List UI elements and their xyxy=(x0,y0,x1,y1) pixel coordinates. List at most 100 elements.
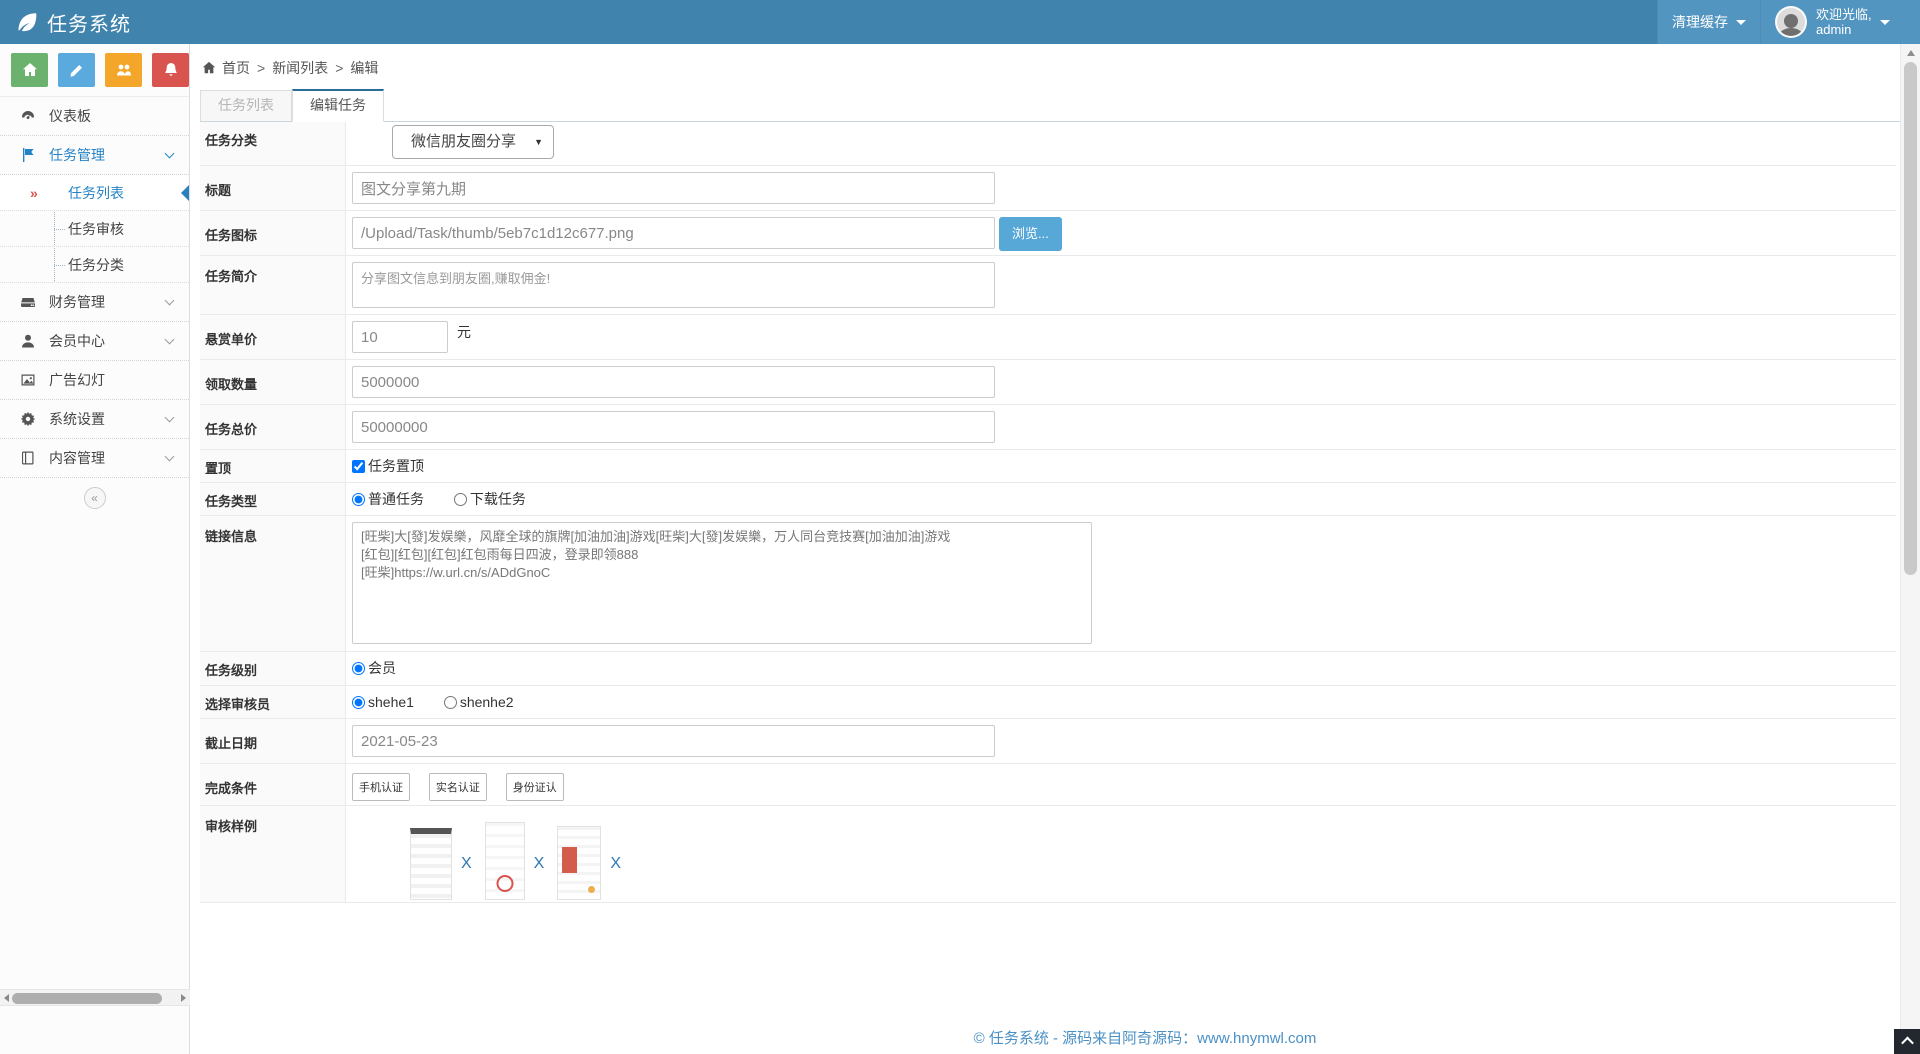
radio-input[interactable] xyxy=(352,696,365,709)
icon-path-input[interactable] xyxy=(352,217,995,249)
scroll-up-arrow-icon[interactable] xyxy=(1907,50,1915,56)
flag-icon xyxy=(20,147,36,163)
condition-phone-button[interactable]: 手机认证 xyxy=(352,773,410,801)
link-info-textarea[interactable]: [旺柴]大[發]发娱樂，风靡全球的旗牌[加油加油]游戏[旺柴]大[發]发娱樂，万… xyxy=(352,522,1092,644)
header-spacer xyxy=(131,0,1657,44)
title-input[interactable] xyxy=(352,172,995,204)
edit-shortcut-button[interactable] xyxy=(58,53,95,87)
clear-cache-menu[interactable]: 清理缓存 xyxy=(1657,0,1760,44)
sidebar-item-task-list[interactable]: » 任务列表 xyxy=(0,175,189,211)
sidebar-item-ad-slides[interactable]: 广告幻灯 xyxy=(0,361,189,400)
sidebar-item-content-management[interactable]: 内容管理 xyxy=(0,439,189,478)
sidebar-item-label: 仪表板 xyxy=(49,106,91,126)
notifications-shortcut-button[interactable] xyxy=(152,53,189,87)
breadcrumb-news-list[interactable]: 新闻列表 xyxy=(272,58,328,78)
home-shortcut-button[interactable] xyxy=(11,53,48,87)
radio-input[interactable] xyxy=(444,696,457,709)
sidebar-item-task-management[interactable]: 任务管理 xyxy=(0,136,189,175)
form-row-deadline: 截止日期 xyxy=(200,719,1896,764)
caret-down-icon xyxy=(1736,20,1746,25)
field-label: 悬赏单价 xyxy=(200,315,346,359)
field-label: 置顶 xyxy=(200,450,346,482)
radio-input[interactable] xyxy=(352,662,365,675)
app-title: 任务系统 xyxy=(47,8,131,37)
horizontal-scrollbar-thumb[interactable] xyxy=(12,993,162,1004)
field-label: 标题 xyxy=(200,166,346,210)
main-content: 首页 > 新闻列表 > 编辑 任务列表 编辑任务 任务分类 微信朋友圈分享 ▼ … xyxy=(190,44,1900,1054)
sidebar: 仪表板 任务管理 » 任务列表 任务审核 任务分类 财务管理 会员中心 广告幻灯 xyxy=(0,44,190,1054)
form-row-title: 标题 xyxy=(200,166,1896,211)
sample-thumbnail-1[interactable] xyxy=(410,828,452,900)
footer-text[interactable]: © 任务系统 - 源码来自阿奇源码：www.hnymwl.com xyxy=(974,1030,1317,1047)
form-row-price: 悬赏单价 元 xyxy=(200,315,1896,360)
browse-button[interactable]: 浏览... xyxy=(999,217,1062,251)
field-label: 任务图标 xyxy=(200,211,346,255)
reviewer-radio-shehe1[interactable]: shehe1 xyxy=(352,694,418,710)
field-label: 任务级别 xyxy=(200,652,346,685)
breadcrumb-home[interactable]: 首页 xyxy=(222,58,250,78)
vertical-scrollbar-thumb[interactable] xyxy=(1904,62,1917,575)
type-radio-normal[interactable]: 普通任务 xyxy=(352,491,428,507)
sidebar-item-task-category[interactable]: 任务分类 xyxy=(0,247,189,283)
radio-input[interactable] xyxy=(352,493,365,506)
field-label: 任务总价 xyxy=(200,405,346,449)
sidebar-item-label: 内容管理 xyxy=(49,448,105,468)
top-checkbox-input[interactable] xyxy=(352,460,365,473)
sidebar-item-member-center[interactable]: 会员中心 xyxy=(0,322,189,361)
sidebar-item-finance[interactable]: 财务管理 xyxy=(0,283,189,322)
hdd-icon xyxy=(20,294,36,310)
remove-sample-2-button[interactable]: X xyxy=(534,855,545,873)
task-top-checkbox[interactable]: 任务置顶 xyxy=(352,458,424,474)
remove-sample-3-button[interactable]: X xyxy=(610,855,621,873)
form-row-samples: 审核样例 X X X xyxy=(200,806,1896,903)
type-radio-download[interactable]: 下载任务 xyxy=(454,491,526,507)
level-radio-member[interactable]: 会员 xyxy=(352,660,396,676)
sidebar-item-label: 任务分类 xyxy=(68,255,124,275)
category-select[interactable]: 微信朋友圈分享 ▼ xyxy=(392,125,554,159)
user-menu[interactable]: 欢迎光临, admin xyxy=(1760,0,1920,44)
sidebar-collapse-button[interactable]: « xyxy=(84,487,106,509)
sidebar-item-label: 任务列表 xyxy=(68,183,124,203)
quantity-input[interactable] xyxy=(352,366,995,398)
sidebar-item-task-review[interactable]: 任务审核 xyxy=(0,211,189,247)
footer-copyright: © 任务系统 - 源码来自阿奇源码：www.hnymwl.com xyxy=(190,1027,1900,1048)
sidebar-item-system-settings[interactable]: 系统设置 xyxy=(0,400,189,439)
radio-input[interactable] xyxy=(454,493,467,506)
caret-down-icon xyxy=(1880,20,1890,25)
reviewer-radio-shenhe2[interactable]: shenhe2 xyxy=(444,694,514,710)
condition-realname-button[interactable]: 实名认证 xyxy=(429,773,487,801)
breadcrumb-current: 编辑 xyxy=(350,58,378,78)
intro-textarea[interactable]: 分享图文信息到朋友圈,赚取佣金! xyxy=(352,262,995,308)
radio-label: 会员 xyxy=(368,660,396,676)
condition-idcard-button[interactable]: 身份证认 xyxy=(506,773,564,801)
price-input[interactable] xyxy=(352,321,448,353)
back-to-top-button[interactable] xyxy=(1894,1029,1920,1054)
sample-thumbnail-3[interactable] xyxy=(557,826,601,900)
sidebar-item-label: 财务管理 xyxy=(49,292,105,312)
total-price-input[interactable] xyxy=(352,411,995,443)
tab-task-list[interactable]: 任务列表 xyxy=(200,90,292,121)
field-label: 链接信息 xyxy=(200,516,346,651)
select-caret-icon: ▼ xyxy=(534,126,543,158)
chevron-down-icon xyxy=(165,451,175,461)
sidebar-item-label: 系统设置 xyxy=(49,409,105,429)
form-row-icon: 任务图标 浏览... xyxy=(200,211,1896,256)
user-icon xyxy=(20,333,36,349)
field-label: 领取数量 xyxy=(200,360,346,404)
welcome-text: 欢迎光临, admin xyxy=(1816,7,1872,37)
field-label: 截止日期 xyxy=(200,719,346,763)
remove-sample-1-button[interactable]: X xyxy=(461,855,472,873)
field-label: 审核样例 xyxy=(200,806,346,902)
deadline-input[interactable] xyxy=(352,725,995,757)
tab-edit-task[interactable]: 编辑任务 xyxy=(292,89,384,122)
sample-thumbnail-2[interactable] xyxy=(485,822,525,900)
scroll-right-arrow-icon[interactable] xyxy=(181,994,186,1002)
vertical-scrollbar[interactable] xyxy=(1900,44,1920,1054)
sidebar-horizontal-scrollbar[interactable] xyxy=(0,989,190,1006)
form-row-type: 任务类型 普通任务 下载任务 xyxy=(200,483,1896,516)
scroll-left-arrow-icon[interactable] xyxy=(4,994,9,1002)
sidebar-item-dashboard[interactable]: 仪表板 xyxy=(0,97,189,136)
app-logo[interactable]: 任务系统 xyxy=(0,0,131,44)
users-shortcut-button[interactable] xyxy=(105,53,142,87)
book-icon xyxy=(20,450,36,466)
